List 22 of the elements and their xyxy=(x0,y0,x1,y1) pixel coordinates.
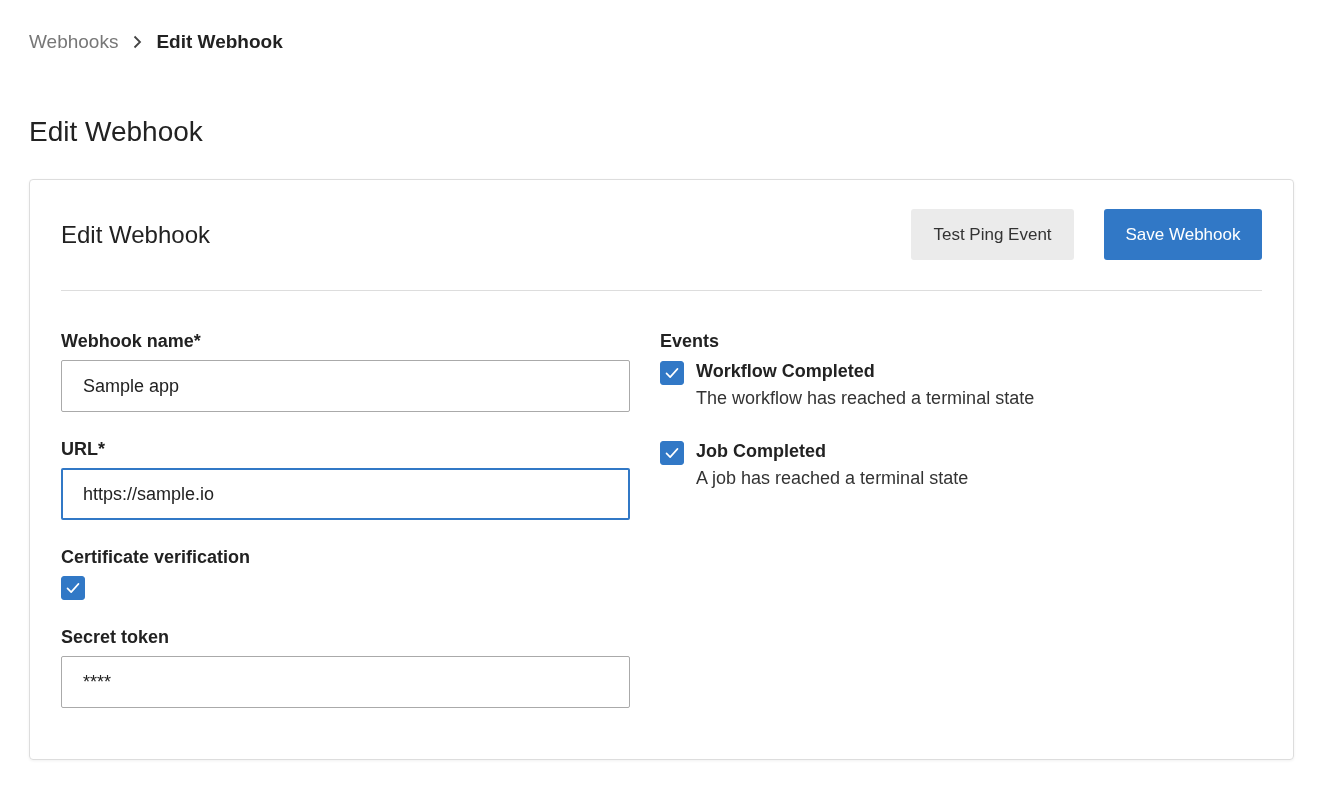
event-description: A job has reached a terminal state xyxy=(696,467,969,489)
save-button[interactable]: Save Webhook xyxy=(1104,209,1262,260)
breadcrumb-link[interactable]: Edit Webhook xyxy=(156,31,283,53)
input-field[interactable]: https://sample.io xyxy=(61,468,630,520)
event-title: Job Completed xyxy=(696,440,827,462)
field-label: URL* xyxy=(61,438,106,460)
field-label: Secret token xyxy=(61,626,171,648)
section-label: Events xyxy=(660,330,721,352)
test-button[interactable]: Test Ping Event xyxy=(911,209,1074,260)
event-description: The workflow has reached a terminal state xyxy=(696,387,1035,409)
input-field[interactable]: **** xyxy=(61,656,630,708)
checkbox[interactable] xyxy=(660,441,684,465)
checkbox[interactable] xyxy=(660,361,684,385)
card-title: Edit Webhook xyxy=(61,220,210,249)
field-label: Certificate verification xyxy=(61,546,252,568)
checkbox[interactable] xyxy=(61,576,85,600)
input-field[interactable]: Sample app xyxy=(61,360,630,412)
event-title: Workflow Completed xyxy=(696,360,876,382)
chevron-right-icon xyxy=(132,35,143,49)
breadcrumb-link[interactable]: Webhooks xyxy=(29,31,119,53)
field-label: Webhook name* xyxy=(61,330,202,352)
page-title: Edit Webhook xyxy=(29,115,204,149)
